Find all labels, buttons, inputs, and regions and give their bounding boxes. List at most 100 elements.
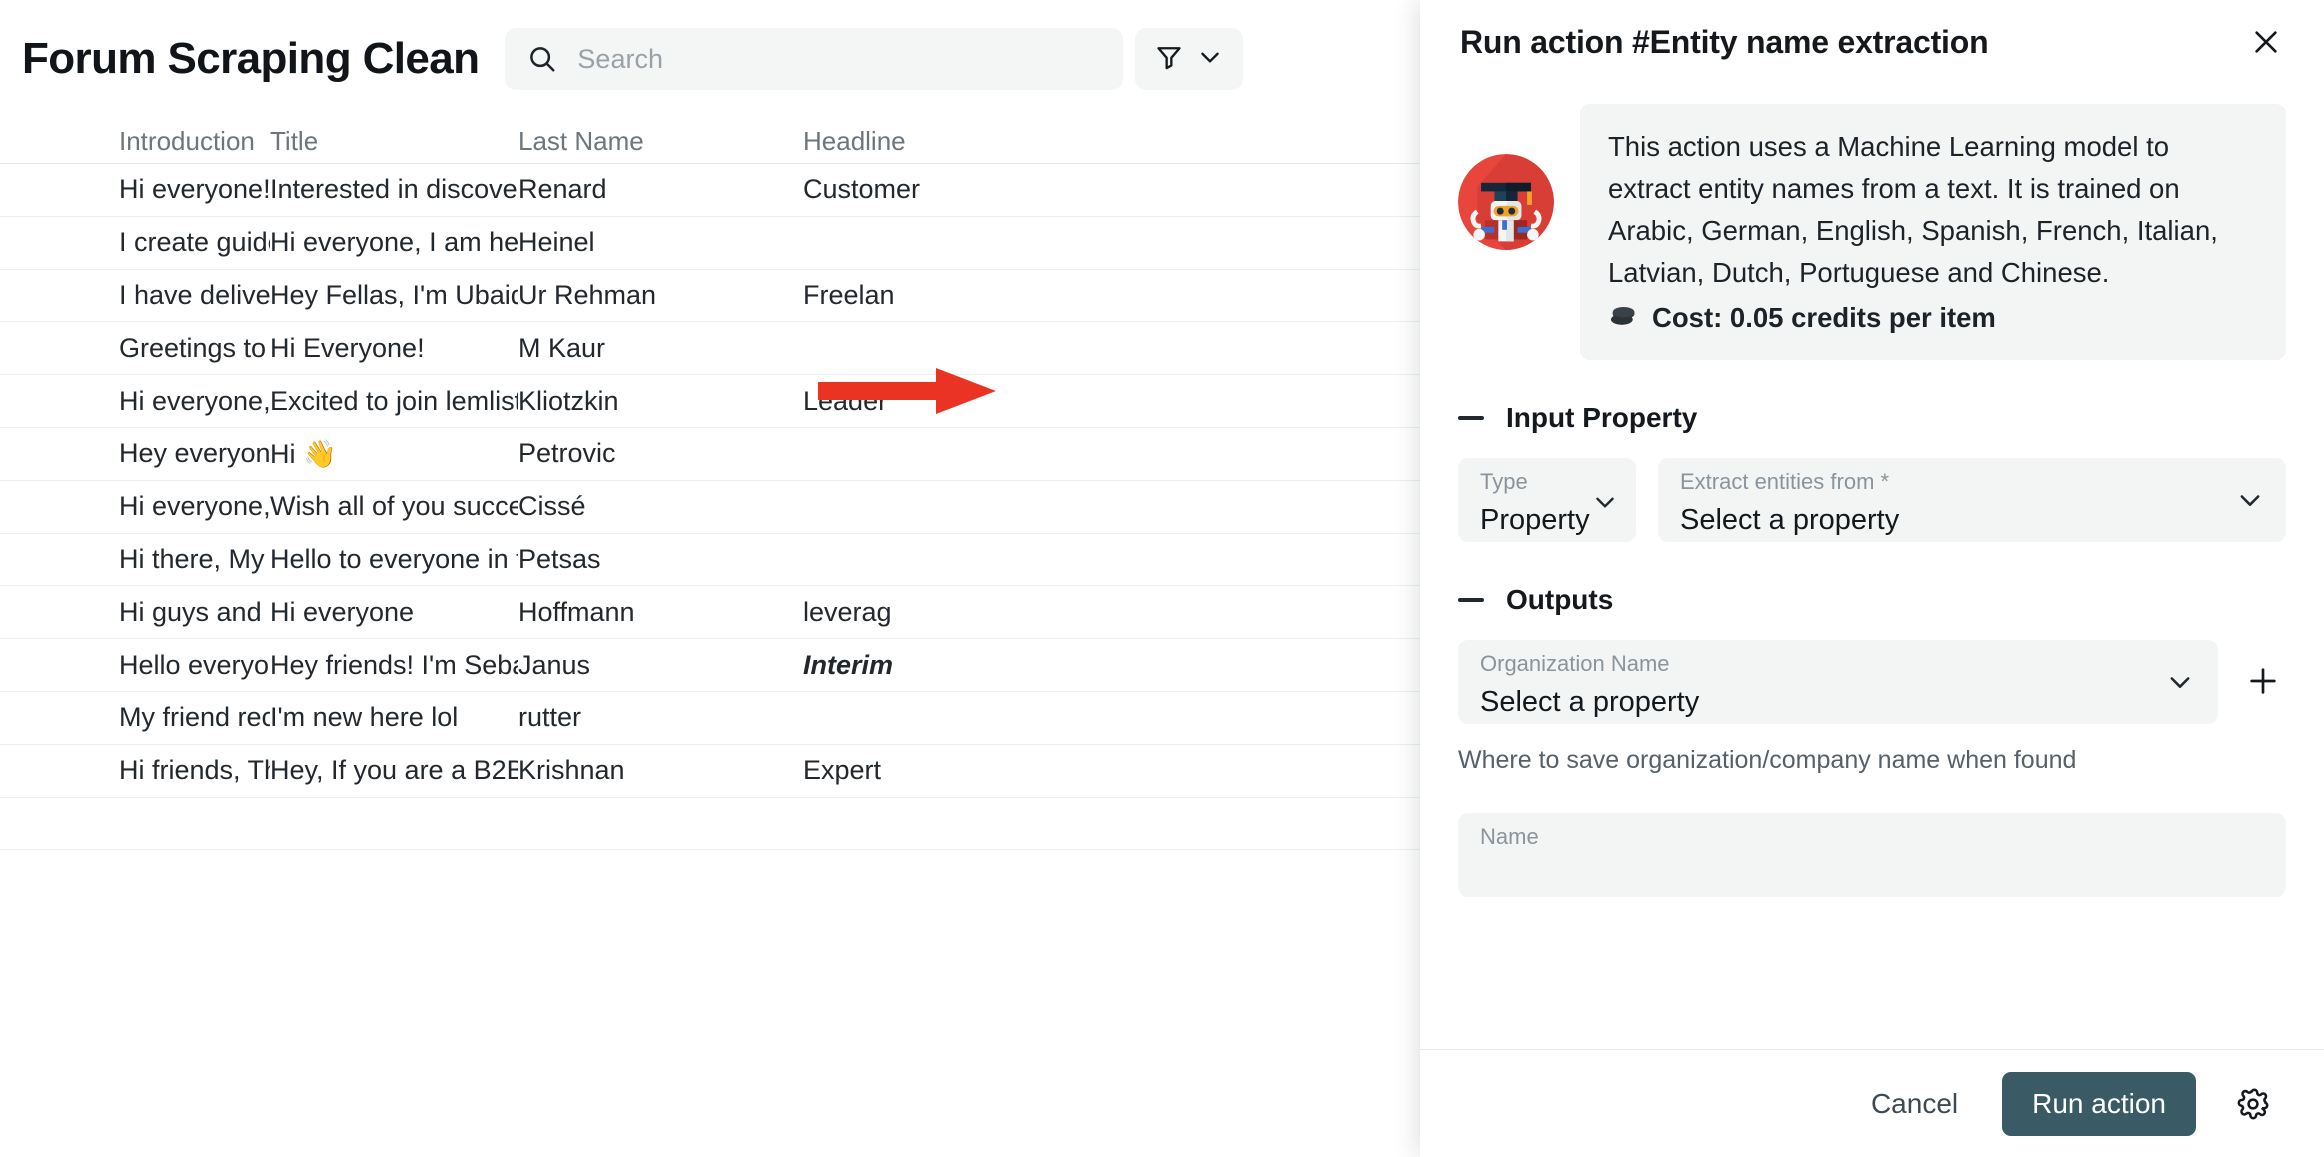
input-property-title: Input Property (1506, 402, 1698, 433)
panel-header: Run action #Entity name extraction (1420, 0, 2324, 84)
filter-button[interactable] (1135, 28, 1244, 90)
cell-introduction[interactable]: Hi everyone, My name is Ma… (0, 491, 270, 522)
cell-title[interactable]: Interested in discovering … (270, 174, 518, 205)
search-icon (527, 44, 557, 74)
cell-introduction[interactable]: Greetings to all! I'm Nimran, … (0, 333, 270, 364)
cell-headline[interactable]: Leader (803, 386, 1223, 417)
table-row[interactable] (0, 798, 1424, 851)
cell-last-name[interactable]: Kliotzkin (518, 386, 803, 417)
cell-headline[interactable]: Customer (803, 174, 1223, 205)
cell-introduction[interactable]: Hi everyone! I’m Agathe and… (0, 174, 270, 205)
cell-last-name[interactable]: Ur Rehman (518, 280, 803, 311)
cell-title[interactable]: Hi 👋 (270, 438, 518, 470)
input-property-section-header[interactable]: Input Property (1458, 402, 2286, 434)
page-title: Forum Scraping Clean (22, 34, 480, 83)
cell-introduction[interactable]: Hi friends, This year I am lo… (0, 755, 270, 786)
search-box[interactable] (505, 28, 1124, 90)
cell-headline[interactable]: Freelan (803, 280, 1223, 311)
cell-introduction[interactable]: Hi guys and gals, I'm Vincen… (0, 597, 270, 628)
organization-name-value: Select a property (1480, 688, 1700, 717)
table-row[interactable]: Greetings to all! I'm Nimran, …Hi Everyo… (0, 322, 1424, 376)
table-row[interactable]: I have delivered 100 succes…Hey Fellas, … (0, 270, 1424, 323)
column-header-last-name[interactable]: Last Name (518, 126, 803, 157)
cell-title[interactable]: Excited to join lemlist! (270, 386, 518, 417)
cell-title[interactable]: Hi everyone, I am head of… (270, 227, 518, 258)
table-row[interactable]: My friend recommended th…I'm new here lo… (0, 692, 1424, 745)
cell-introduction[interactable]: Hey everyone I'm Ana, a cus… (0, 438, 270, 469)
top-toolbar: Forum Scraping Clean (0, 0, 1424, 118)
cell-last-name[interactable]: Cissé (518, 491, 803, 522)
cell-title[interactable]: Hey Fellas, I'm Ubaid wor… (270, 280, 518, 311)
cell-last-name[interactable]: Janus (518, 650, 803, 681)
run-action-button[interactable]: Run action (2002, 1071, 2196, 1136)
cell-introduction[interactable]: I have delivered 100 succes… (0, 280, 270, 311)
cell-introduction[interactable]: Hi everyone, My name is Ale… (0, 386, 270, 417)
table-row[interactable]: Hi guys and gals, I'm Vincen…Hi everyone… (0, 586, 1424, 640)
name-label: Name (1480, 824, 1539, 849)
cell-last-name[interactable]: Petrovic (518, 438, 803, 469)
cell-title[interactable]: I'm new here lol (270, 702, 518, 733)
cell-introduction[interactable]: I create guided construction… (0, 227, 270, 258)
cell-last-name[interactable]: M Kaur (518, 333, 803, 364)
column-header-title[interactable]: Title (270, 126, 518, 157)
output-name-row: Name (1458, 813, 2286, 897)
cell-title[interactable]: Hi everyone (270, 597, 518, 628)
cell-title[interactable]: Hey, If you are a B2B tec… (270, 755, 518, 786)
cell-last-name[interactable]: Petsas (518, 544, 803, 575)
cell-last-name[interactable]: Hoffmann (518, 597, 803, 628)
table-area: Forum Scraping Clean Search Introduction… (0, 0, 1424, 1157)
cell-headline[interactable]: leverag (803, 597, 1223, 628)
name-select[interactable]: Name (1458, 813, 2286, 897)
outputs-section-header[interactable]: Outputs (1458, 584, 2286, 616)
cell-introduction[interactable]: My friend recommended th… (0, 702, 270, 733)
cell-title[interactable]: Hi Everyone! (270, 333, 518, 364)
table-row[interactable]: I create guided construction…Hi everyone… (0, 217, 1424, 270)
gear-icon[interactable] (2230, 1081, 2276, 1127)
table-row[interactable]: Hi there, My name is Demos…Hello to ever… (0, 534, 1424, 587)
organization-name-hint: Where to save organization/company name … (1458, 746, 2077, 774)
organization-name-select[interactable]: Organization Name Select a property (1458, 640, 2218, 724)
column-header-headline[interactable]: Headline (803, 126, 1223, 157)
panel-footer: Cancel Run action (1420, 1049, 2324, 1157)
cell-last-name[interactable]: Renard (518, 174, 803, 205)
extract-entities-from-label: Extract entities from * (1680, 469, 1890, 494)
outputs-title: Outputs (1506, 584, 1614, 615)
column-header-introduction[interactable]: Introduction (0, 126, 270, 157)
cell-last-name[interactable]: Krishnan (518, 755, 803, 786)
search-input[interactable] (577, 43, 1102, 75)
table-row[interactable]: Hello everyone, my name is …Hey friends!… (0, 639, 1424, 692)
cell-last-name[interactable]: Heinel (518, 227, 803, 258)
screen-root: Forum Scraping Clean Search Introduction… (0, 0, 2324, 1157)
cell-introduction[interactable]: Hello everyone, my name is … (0, 650, 270, 681)
table-row[interactable]: Hi everyone, My name is Ale…Excited to j… (0, 375, 1424, 428)
table-row[interactable]: Hi friends, This year I am lo…Hey, If yo… (0, 745, 1424, 798)
extract-entities-from-select[interactable]: Extract entities from * Select a propert… (1658, 458, 2286, 542)
type-select[interactable]: Type Property (1458, 458, 1636, 542)
table-row[interactable]: Hey everyone I'm Ana, a cus…Hi 👋Petrovic (0, 428, 1424, 481)
run-action-panel: Run action #Entity name extraction This … (1420, 0, 2324, 1157)
minus-icon (1458, 598, 1484, 602)
coins-icon (1608, 302, 1638, 334)
action-description-card: This action uses a Machine Learning mode… (1580, 104, 2286, 360)
cell-title[interactable]: Hey friends! I'm Sebastia… (270, 650, 518, 681)
cancel-button[interactable]: Cancel (1853, 1078, 1976, 1130)
minus-icon (1458, 416, 1484, 420)
cell-headline[interactable]: Interim (803, 650, 1223, 681)
cell-introduction[interactable]: Hi there, My name is Demos… (0, 544, 270, 575)
funnel-icon (1155, 43, 1183, 76)
table-body: Hi everyone! I’m Agathe and…Interested i… (0, 164, 1424, 851)
action-description: This action uses a Machine Learning mode… (1608, 131, 2218, 288)
cost-label: Cost: 0.05 credits per item (1652, 302, 1996, 333)
cell-title[interactable]: Hello to everyone in the L… (270, 544, 518, 575)
table-row[interactable]: Hi everyone, My name is Ma…Wish all of y… (0, 481, 1424, 534)
table-row[interactable]: Hi everyone! I’m Agathe and…Interested i… (0, 164, 1424, 217)
cell-last-name[interactable]: rutter (518, 702, 803, 733)
add-output-button[interactable] (2240, 658, 2286, 704)
cell-headline[interactable]: Expert (803, 755, 1223, 786)
data-table: Introduction Title Last Name Headline Hi… (0, 118, 1424, 851)
output-organization-name-row: Organization Name Select a property (1458, 640, 2286, 724)
chevron-down-icon (1592, 489, 1618, 520)
close-icon[interactable] (2244, 20, 2288, 64)
robot-graduate-avatar (1458, 154, 1554, 250)
cell-title[interactable]: Wish all of you success (270, 491, 518, 522)
